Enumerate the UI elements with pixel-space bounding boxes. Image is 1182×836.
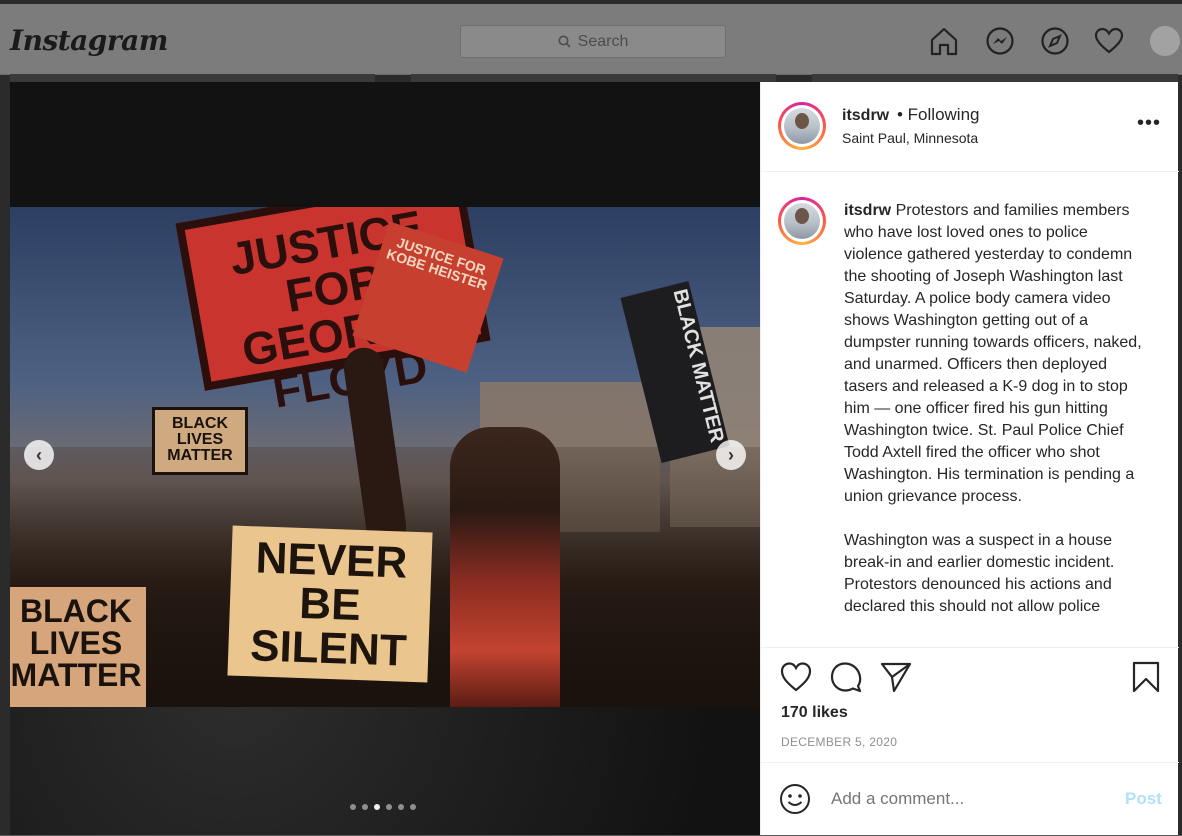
post-actions: 170 likes DECEMBER 5, 2020 [761, 647, 1179, 754]
carousel-dot [410, 804, 416, 810]
comment-icon[interactable] [829, 660, 863, 694]
post-media-area: JUSTICE FOR GEORGE FLOYD JUSTICE FOR KOB… [10, 82, 760, 835]
search-placeholder: Search [577, 32, 629, 50]
caption-author-avatar[interactable] [778, 197, 826, 245]
save-bookmark-icon[interactable] [1129, 660, 1163, 694]
search-icon [558, 35, 571, 48]
likes-count[interactable]: 170 likes [781, 704, 848, 722]
avatar-photo [784, 203, 820, 239]
post-header: itsdrw • Following Saint Paul, Minnesota… [761, 82, 1179, 172]
emoji-icon[interactable] [779, 783, 811, 815]
heart-icon[interactable] [1094, 26, 1124, 56]
photo-sign-blm: BLACK LIVES MATTER [10, 587, 146, 707]
carousel-prev-button[interactable]: ‹ [24, 440, 54, 470]
top-navigation-bar: Instagram Search [0, 4, 1182, 75]
like-heart-icon[interactable] [779, 660, 813, 694]
post-date[interactable]: DECEMBER 5, 2020 [781, 735, 897, 749]
avatar-photo [784, 108, 820, 144]
post-caption: itsdrw Protestors and families members w… [844, 200, 1149, 640]
caption-text: Protestors and families members who have… [844, 202, 1142, 505]
home-icon[interactable] [929, 26, 959, 56]
caption-username[interactable]: itsdrw [844, 202, 891, 219]
carousel-dot [398, 804, 404, 810]
carousel-dot [362, 804, 368, 810]
carousel-dot-active [374, 804, 380, 810]
author-username[interactable]: itsdrw [842, 107, 889, 125]
caption-text: Washington was a suspect in a house brea… [844, 532, 1115, 615]
comment-bar: Post [761, 762, 1179, 836]
comment-input[interactable] [831, 789, 1101, 809]
profile-avatar[interactable] [1150, 26, 1180, 56]
feed-thumbnail-strip [411, 74, 776, 82]
post-sidebar: itsdrw • Following Saint Paul, Minnesota… [760, 82, 1179, 836]
carousel-dot [386, 804, 392, 810]
author-avatar[interactable] [778, 102, 826, 150]
more-options-icon[interactable]: ••• [1137, 112, 1161, 135]
explore-icon[interactable] [1040, 26, 1070, 56]
following-status[interactable]: • Following [897, 105, 980, 125]
post-comment-button[interactable]: Post [1125, 789, 1162, 809]
post-modal: JUSTICE FOR GEORGE FLOYD JUSTICE FOR KOB… [10, 82, 1179, 836]
photo-protestor [450, 427, 560, 707]
feed-thumbnail-strip [10, 74, 375, 82]
carousel-dot [350, 804, 356, 810]
photo-sign-blm: BLACK LIVES MATTER [152, 407, 248, 475]
share-icon[interactable] [879, 660, 913, 694]
search-input[interactable]: Search [460, 25, 726, 58]
carousel-indicator [350, 804, 416, 810]
carousel-next-button[interactable]: › [716, 440, 746, 470]
instagram-logo[interactable]: Instagram [10, 24, 168, 57]
post-location[interactable]: Saint Paul, Minnesota [842, 130, 978, 146]
post-photo[interactable]: JUSTICE FOR GEORGE FLOYD JUSTICE FOR KOB… [10, 207, 760, 707]
photo-sign-never-be-silent: NEVER BE SILENT [227, 525, 433, 683]
feed-thumbnail-strip [812, 74, 1178, 82]
messenger-icon[interactable] [985, 26, 1015, 56]
